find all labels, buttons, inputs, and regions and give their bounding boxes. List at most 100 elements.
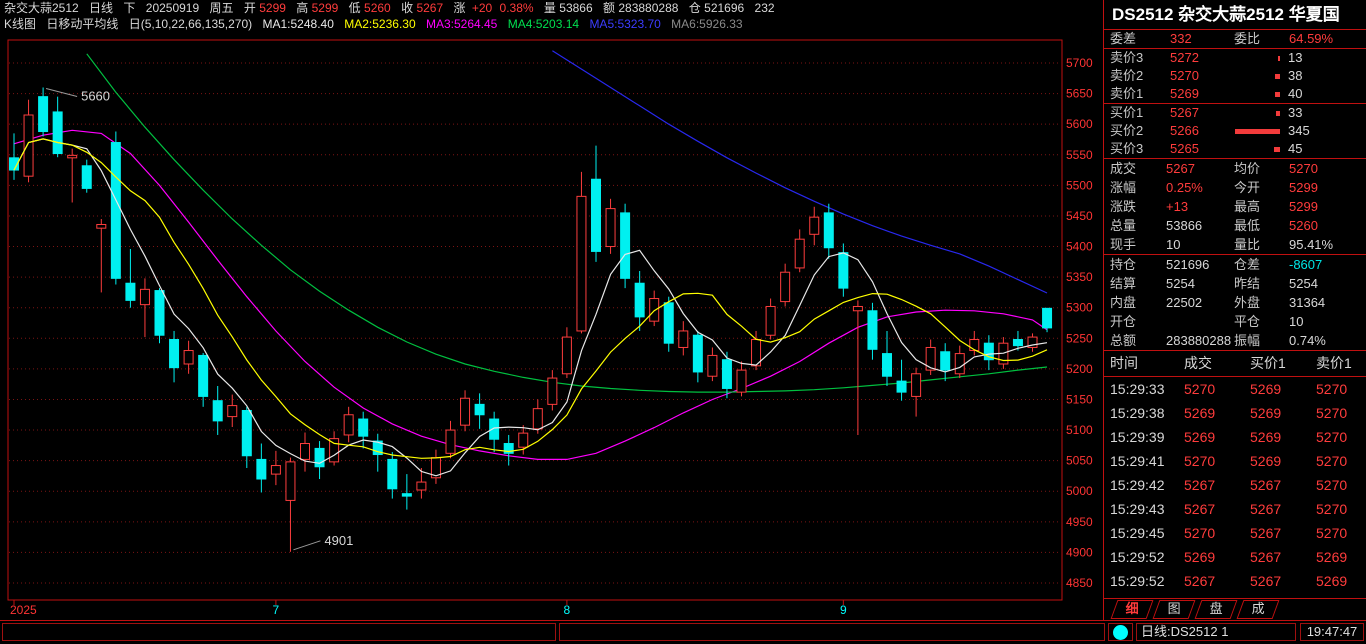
tape-price: 5269 (1250, 401, 1281, 425)
svg-text:5000: 5000 (1066, 484, 1093, 498)
tape-price: 5270 (1316, 497, 1347, 521)
tape-price: 5270 (1184, 521, 1215, 545)
stat-value: 5254 (1166, 274, 1195, 293)
tape-price: 5270 (1316, 377, 1347, 401)
close-value: 5267 (416, 1, 443, 15)
weibi-label: 委比 (1234, 30, 1260, 48)
tape-header: 时间成交买价1卖价1 (1104, 351, 1366, 377)
symbol-name: 杂交大蒜2512 (4, 1, 79, 15)
tape-time: 15:29:52 (1110, 569, 1165, 593)
oi-label: 仓 (689, 1, 701, 15)
status-bar: 日线:DS2512 1 19:47:47 (0, 620, 1366, 644)
svg-text:2025: 2025 (10, 603, 37, 617)
stat-value: 5299 (1289, 178, 1318, 197)
svg-text:5250: 5250 (1066, 331, 1093, 345)
panel-tab-细[interactable]: 细 (1111, 600, 1154, 619)
sell-level-row[interactable]: 卖价3527213 (1104, 49, 1366, 67)
svg-text:5450: 5450 (1066, 209, 1093, 223)
amount-value: 283880288 (618, 1, 678, 15)
buy-price: 5266 (1170, 122, 1199, 140)
tape-price: 5269 (1250, 425, 1281, 449)
tape-time: 15:29:42 (1110, 473, 1165, 497)
buy-level-row[interactable]: 买价25266345 (1104, 122, 1366, 140)
stat-value: +13 (1166, 197, 1188, 216)
tape-price: 5267 (1250, 473, 1281, 497)
oi-value: 521696 (704, 1, 744, 15)
panel-tab-成[interactable]: 成 (1237, 600, 1280, 619)
trade-date: 20250919 (146, 1, 199, 15)
price-annotation: 5660 (81, 88, 110, 103)
contract-title: DS2512 杂交大蒜2512 华夏国 (1104, 0, 1366, 30)
status-box-left (2, 623, 556, 641)
sell-qty: 38 (1288, 67, 1302, 85)
ma5-readout: MA5:5323.70 (589, 17, 660, 31)
tape-price: 5270 (1184, 449, 1215, 473)
change-label: 涨 (453, 1, 465, 15)
svg-text:5350: 5350 (1066, 270, 1093, 284)
depth-bar (1278, 56, 1280, 61)
time-sales: 时间成交买价1卖价115:29:3352705269527015:29:3852… (1104, 351, 1366, 593)
buy-level-row[interactable]: 买价3526545 (1104, 140, 1366, 158)
stat-value: 5270 (1289, 159, 1318, 178)
stat-label: 持仓 (1110, 255, 1136, 274)
low-value: 5260 (364, 1, 391, 15)
svg-text:5150: 5150 (1066, 392, 1093, 406)
panel-tab-盘[interactable]: 盘 (1195, 600, 1238, 619)
tape-time: 15:29:38 (1110, 401, 1165, 425)
sell-level-row[interactable]: 卖价2 5270 38 (1104, 67, 1366, 85)
change-value: +20 (472, 1, 492, 15)
tape-price: 5267 (1184, 497, 1215, 521)
stat-label: 最高 (1234, 197, 1260, 216)
ma3-readout: MA3:5264.45 (426, 17, 497, 31)
stat-label: 仓差 (1234, 255, 1260, 274)
tape-row: 15:29:45527052675270 (1104, 521, 1366, 545)
sell-level-row[interactable]: 卖价1526940 (1104, 85, 1366, 103)
sell-label: 卖价2 (1110, 67, 1143, 85)
period-selector[interactable]: 日线 (89, 1, 113, 15)
panel-tabs: 细图盘成 (1104, 598, 1366, 620)
kline-chart[interactable]: 5700565056005550550054505400535053005250… (0, 32, 1102, 618)
buy-level-row[interactable]: 买价1526733 (1104, 104, 1366, 122)
ma6-readout: MA6:5926.33 (671, 17, 742, 31)
sell-label: 卖价3 (1110, 49, 1143, 67)
tape-time: 15:29:45 (1110, 521, 1165, 545)
high-label: 高 (296, 1, 308, 15)
stat-label: 量比 (1234, 235, 1260, 254)
svg-text:9: 9 (840, 603, 847, 617)
status-box-middle (559, 623, 1105, 641)
tape-price: 5269 (1184, 425, 1215, 449)
price-annotation: 4901 (324, 533, 353, 548)
stat-label: 结算 (1110, 274, 1136, 293)
stat-row: 总额283880288振幅0.74% (1104, 331, 1366, 350)
stat-value: 0.25% (1166, 178, 1203, 197)
chart-type-label[interactable]: K线图 (4, 17, 36, 31)
tape-row: 15:29:43526752675270 (1104, 497, 1366, 521)
buy-label: 买价2 (1110, 122, 1143, 140)
panel-tab-图[interactable]: 图 (1153, 600, 1196, 619)
stat-value: 31364 (1289, 293, 1325, 312)
stat-value: 95.41% (1289, 235, 1333, 254)
amount-label: 额 (603, 1, 615, 15)
sell-price: 5270 (1170, 67, 1199, 85)
stat-label: 成交 (1110, 159, 1136, 178)
svg-text:5500: 5500 (1066, 178, 1093, 192)
stat-row: 结算5254昨结5254 (1104, 274, 1366, 293)
tape-row: 15:29:41527052695270 (1104, 449, 1366, 473)
ma-name-label: 日移动平均线 (46, 17, 118, 31)
tape-price: 5267 (1250, 497, 1281, 521)
close-label: 收 (401, 1, 413, 15)
depth-bar (1275, 92, 1280, 97)
tape-row: 15:29:52526952675269 (1104, 545, 1366, 569)
svg-text:5050: 5050 (1066, 454, 1093, 468)
change-pct: 0.38% (500, 1, 534, 15)
tape-time: 15:29:41 (1110, 449, 1165, 473)
buy-qty: 33 (1288, 104, 1302, 122)
svg-text:4950: 4950 (1066, 515, 1093, 529)
weibi-value: 64.59% (1289, 30, 1333, 48)
stat-value: 283880288 (1166, 331, 1231, 350)
connection-dot-icon (1113, 625, 1128, 640)
svg-text:7: 7 (273, 603, 280, 617)
stat-row: 涨跌+13最高5299 (1104, 197, 1366, 216)
period-next-control[interactable]: 下 (123, 1, 135, 15)
stat-label: 总额 (1110, 331, 1136, 350)
